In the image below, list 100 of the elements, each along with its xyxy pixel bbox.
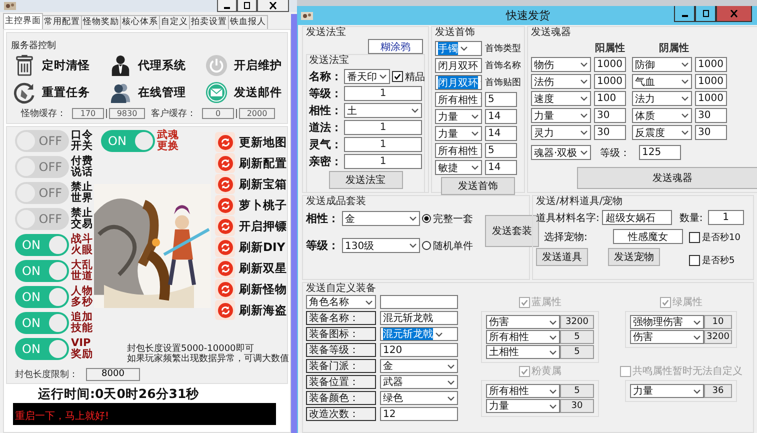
input-field[interactable]: 1 xyxy=(344,120,422,135)
checkbox[interactable]: 是否秒10 xyxy=(689,231,740,244)
input-field[interactable]: 超级女娲石 xyxy=(602,210,672,225)
input-field[interactable]: 1 xyxy=(708,210,744,225)
checkbox[interactable]: 精品 xyxy=(392,70,425,84)
input-field[interactable]: 30 xyxy=(594,108,626,123)
cache-value-field[interactable]: 0 xyxy=(202,108,234,119)
dropdown[interactable]: 所有相性 xyxy=(435,143,482,158)
input-field[interactable]: 1 xyxy=(344,154,422,169)
dropdown[interactable]: 灵力 xyxy=(531,125,591,140)
dropdown[interactable]: 角色名称 xyxy=(306,295,376,309)
cache-value-field[interactable]: 170 xyxy=(72,108,104,119)
action-button[interactable]: 重置任务 xyxy=(13,81,109,104)
dropdown[interactable]: 物伤 xyxy=(531,57,591,72)
radio-button[interactable]: 完整一套 xyxy=(422,212,473,226)
dropdown[interactable]: 气血 xyxy=(632,74,692,89)
input-field[interactable]: 1000 xyxy=(695,74,727,89)
refresh-button[interactable]: 萝卜桃子 xyxy=(215,195,287,215)
action-button[interactable]: 开启维护 xyxy=(205,54,285,77)
input-field[interactable]: 30 xyxy=(695,108,727,123)
refresh-button[interactable]: 刷新怪物 xyxy=(215,279,287,299)
dropdown[interactable]: 土 xyxy=(344,103,422,118)
action-button[interactable]: 在线管理 xyxy=(109,81,205,104)
tab[interactable]: 主控界面 xyxy=(3,13,43,29)
input-field[interactable]: 混元斩龙戟 xyxy=(380,311,458,325)
input-field[interactable]: 1 xyxy=(344,86,422,101)
input-field[interactable] xyxy=(380,295,458,309)
refresh-button[interactable]: 刷新宝箱 xyxy=(215,174,287,194)
input-field[interactable]: 1 xyxy=(344,137,422,152)
dropdown[interactable]: 130级 xyxy=(342,238,420,253)
dropdown[interactable]: 敏捷 xyxy=(435,160,482,175)
dropdown[interactable]: 武器 xyxy=(380,375,458,389)
dropdown[interactable]: 魂器·双极 xyxy=(531,145,591,160)
input-field[interactable]: 120 xyxy=(380,343,458,357)
send-button[interactable]: 发送魂器 xyxy=(576,167,757,189)
dropdown[interactable]: 手镯 xyxy=(435,41,482,56)
cache-value-field[interactable]: 9830 xyxy=(109,108,145,119)
dropdown[interactable]: 番天印 xyxy=(344,69,390,84)
refresh-button[interactable]: 刷新双星 xyxy=(215,258,287,278)
send-button[interactable]: 发送宠物 xyxy=(608,248,660,266)
dropdown[interactable]: 法伤 xyxy=(531,74,591,89)
maximize-button[interactable] xyxy=(237,0,257,12)
input-field[interactable]: 14 xyxy=(485,126,517,141)
refresh-icon xyxy=(218,302,232,318)
input-field[interactable]: 30 xyxy=(695,125,727,140)
refresh-icon xyxy=(218,134,232,150)
action-button[interactable]: 代理系统 xyxy=(109,54,205,77)
minimize-button[interactable] xyxy=(217,0,237,12)
send-button[interactable]: 发送首饰 xyxy=(441,177,515,195)
input-field[interactable]: 125 xyxy=(639,145,681,160)
checkbox[interactable]: 是否秒5 xyxy=(689,254,740,267)
input-field[interactable]: 闭月双环 xyxy=(435,58,482,73)
minimize-button[interactable] xyxy=(674,6,695,22)
refresh-button[interactable]: 开启押镖 xyxy=(215,216,287,236)
dropdown[interactable]: 金 xyxy=(380,359,458,373)
refresh-button[interactable]: 刷新海盗 xyxy=(215,300,287,320)
refresh-button[interactable]: 刷新配置 xyxy=(215,153,287,173)
refresh-button[interactable]: 更新地图 xyxy=(215,132,287,152)
send-button[interactable]: 发送法宝 xyxy=(328,171,402,189)
cache-value-field[interactable]: 2000 xyxy=(239,108,275,119)
dropdown[interactable]: 速度 xyxy=(531,91,591,106)
dropdown[interactable]: 力量 xyxy=(531,108,591,123)
input-field[interactable]: 30 xyxy=(594,125,626,140)
input-field[interactable]: 1000 xyxy=(594,57,626,72)
dropdown[interactable]: 金 xyxy=(342,211,420,226)
radio-button[interactable]: 随机单件 xyxy=(422,238,473,252)
input-field[interactable]: 1000 xyxy=(594,74,626,89)
refresh-button[interactable]: 刷新DIY xyxy=(215,237,287,257)
reset-icon xyxy=(13,81,36,104)
action-button[interactable]: 定时清怪 xyxy=(13,54,109,77)
dropdown[interactable]: 混元斩龙戟 xyxy=(380,327,458,341)
toggle-label: 付费 说话 xyxy=(71,156,93,178)
action-button[interactable]: 发送邮件 xyxy=(205,81,285,104)
dropdown[interactable]: 力量 xyxy=(435,109,482,124)
dropdown[interactable]: 闭月双环 xyxy=(435,75,482,90)
packet-limit-field[interactable]: 8000 xyxy=(86,368,140,381)
dropdown[interactable]: 法力 xyxy=(632,91,692,106)
caret-icon xyxy=(580,62,588,67)
input-field[interactable]: 12 xyxy=(380,407,458,421)
send-button[interactable]: 发送道具 xyxy=(536,248,588,266)
dropdown[interactable]: 力量 xyxy=(435,126,482,141)
input-field[interactable]: 14 xyxy=(485,109,517,124)
dropdown[interactable]: 所有相性 xyxy=(435,92,482,107)
input-field[interactable]: 5 xyxy=(485,143,517,158)
input-field[interactable]: 1000 xyxy=(695,57,727,72)
close-button[interactable] xyxy=(257,0,289,12)
maximize-icon xyxy=(700,10,710,18)
input-field[interactable]: 100 xyxy=(594,91,626,106)
input-field[interactable]: 14 xyxy=(485,160,517,175)
input-field[interactable]: 糊涂鸦 xyxy=(368,39,423,54)
maximize-button[interactable] xyxy=(695,6,716,22)
dropdown[interactable]: 体质 xyxy=(632,108,692,123)
input-field[interactable]: 5 xyxy=(485,92,517,107)
input-field[interactable]: 性感魔女 xyxy=(613,229,683,244)
tab[interactable]: 铁血报人 xyxy=(228,15,268,29)
input-field[interactable]: 1000 xyxy=(695,91,727,106)
caret-icon xyxy=(681,96,689,101)
dropdown[interactable]: 反震度 xyxy=(632,125,692,140)
dropdown[interactable]: 防御 xyxy=(632,57,692,72)
dropdown[interactable]: 绿色 xyxy=(380,391,458,405)
